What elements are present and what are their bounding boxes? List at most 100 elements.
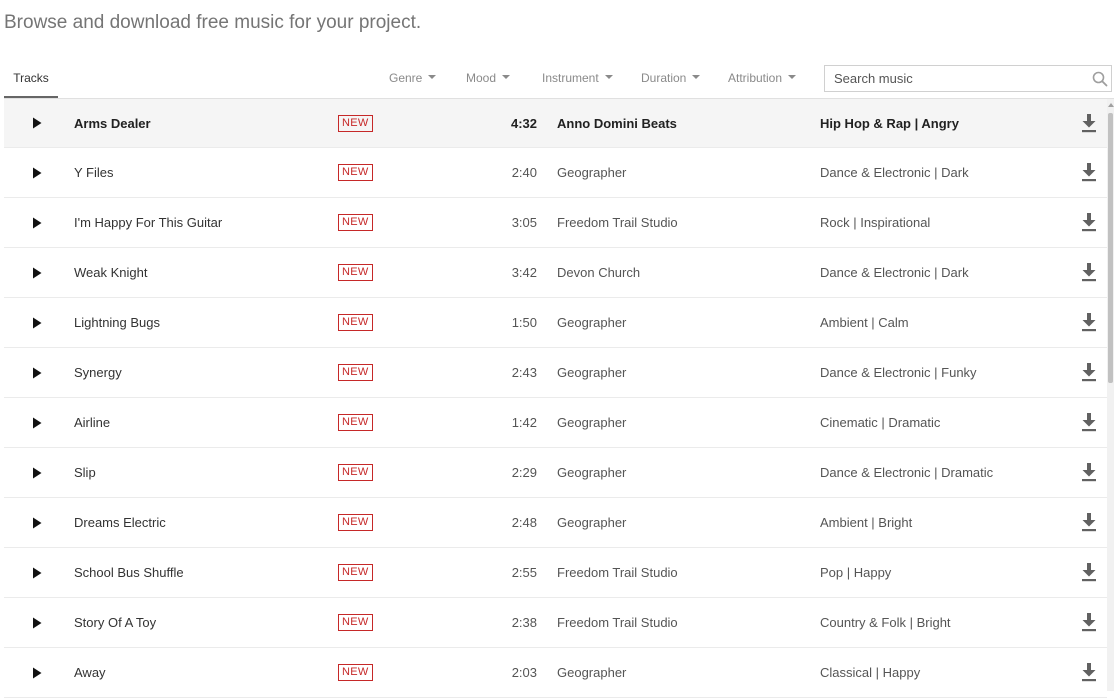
track-row[interactable]: Airline NEW 1:42 Geographer Cinematic | Dram… [4,398,1107,448]
track-row[interactable]: Y Files NEW 2:40 Geographer Dance & Electron… [4,148,1107,198]
genre-filter-label: Genre [389,71,423,85]
new-badge: NEW [338,314,373,331]
duration-filter[interactable]: Duration [641,60,701,96]
new-badge-wrap: NEW [338,148,373,197]
play-button[interactable] [32,148,44,197]
attribution-filter[interactable]: Attribution [728,60,797,96]
play-icon [33,117,42,129]
new-badge: NEW [338,464,373,481]
track-artist[interactable]: Devon Church [557,248,640,297]
search-input[interactable] [825,66,1085,91]
track-title[interactable]: Weak Knight [74,248,147,297]
track-title[interactable]: Lightning Bugs [74,298,160,347]
download-button[interactable] [1081,448,1099,497]
play-icon [33,517,42,528]
track-title[interactable]: Airline [74,398,110,447]
caret-down-icon [788,75,797,79]
track-duration: 2:29 [511,465,537,480]
track-duration: 1:42 [511,415,537,430]
track-list: Arms Dealer NEW 4:32 Anno Domini Beats Hip H… [4,99,1107,698]
track-title[interactable]: Dreams Electric [74,498,166,547]
scrollbar-thumb[interactable] [1108,113,1113,383]
track-title[interactable]: Y Files [74,148,114,197]
download-icon [1082,613,1096,632]
track-artist[interactable]: Geographer [557,348,626,397]
track-artist[interactable]: Geographer [557,448,626,497]
track-row[interactable]: Dreams Electric NEW 2:48 Geographer Ambient … [4,498,1107,548]
new-badge-wrap: NEW [338,498,373,547]
mood-filter[interactable]: Mood [466,60,511,96]
track-row[interactable]: Lightning Bugs NEW 1:50 Geographer Ambient |… [4,298,1107,348]
track-genre-mood: Rock | Inspirational [820,215,931,230]
attribution-filter-label: Attribution [728,71,783,85]
track-title[interactable]: I'm Happy For This Guitar [74,198,222,247]
track-title[interactable]: Arms Dealer [74,99,151,147]
download-button[interactable] [1081,648,1099,697]
download-icon [1082,463,1096,482]
play-icon [33,417,42,428]
play-button[interactable] [32,198,44,247]
instrument-filter-label: Instrument [542,71,599,85]
play-button[interactable] [32,298,44,347]
play-button[interactable] [32,248,44,297]
download-icon [1082,663,1096,682]
play-button[interactable] [32,448,44,497]
play-button[interactable] [32,498,44,547]
download-button[interactable] [1081,99,1099,147]
track-row[interactable]: I'm Happy For This Guitar NEW 3:05 Freedom … [4,198,1107,248]
track-title[interactable]: Synergy [74,348,122,397]
download-button[interactable] [1081,298,1099,347]
genre-filter[interactable]: Genre [389,60,437,96]
play-button[interactable] [32,99,44,147]
track-row[interactable]: School Bus Shuffle NEW 2:55 Freedom Trail S… [4,548,1107,598]
track-artist[interactable]: Geographer [557,648,626,697]
search-icon[interactable] [1092,71,1108,87]
new-badge: NEW [338,664,373,681]
download-button[interactable] [1081,348,1099,397]
new-badge-wrap: NEW [338,648,373,697]
download-button[interactable] [1081,248,1099,297]
download-button[interactable] [1081,148,1099,197]
track-artist[interactable]: Geographer [557,148,626,197]
play-button[interactable] [32,398,44,447]
track-artist[interactable]: Anno Domini Beats [557,99,677,147]
tab-tracks[interactable]: Tracks [4,60,58,98]
download-button[interactable] [1081,398,1099,447]
track-duration: 2:43 [511,365,537,380]
new-badge: NEW [338,414,373,431]
track-title[interactable]: School Bus Shuffle [74,548,184,597]
play-button[interactable] [32,598,44,647]
track-row[interactable]: Weak Knight NEW 3:42 Devon Church Dance & El… [4,248,1107,298]
download-button[interactable] [1081,598,1099,647]
track-duration: 3:05 [511,215,537,230]
play-button[interactable] [32,648,44,697]
download-icon [1082,213,1096,232]
track-title[interactable]: Story Of A Toy [74,598,156,647]
track-title[interactable]: Away [74,648,106,697]
download-icon [1082,263,1096,282]
track-artist[interactable]: Freedom Trail Studio [557,598,678,647]
track-artist[interactable]: Freedom Trail Studio [557,198,678,247]
track-genre-mood: Dance & Electronic | Dramatic [820,465,994,480]
scrollbar[interactable] [1107,99,1114,691]
track-row[interactable]: Arms Dealer NEW 4:32 Anno Domini Beats Hip H… [4,99,1107,148]
track-artist[interactable]: Freedom Trail Studio [557,548,678,597]
new-badge: NEW [338,364,373,381]
track-row[interactable]: Slip NEW 2:29 Geographer Dance & Electronic … [4,448,1107,498]
scroll-up-arrow-icon[interactable] [1108,103,1114,107]
track-title[interactable]: Slip [74,448,96,497]
track-artist[interactable]: Geographer [557,298,626,347]
new-badge-wrap: NEW [338,248,373,297]
download-button[interactable] [1081,198,1099,247]
play-button[interactable] [32,348,44,397]
new-badge-wrap: NEW [338,198,373,247]
track-artist[interactable]: Geographer [557,398,626,447]
track-row[interactable]: Synergy NEW 2:43 Geographer Dance & Electron… [4,348,1107,398]
download-button[interactable] [1081,548,1099,597]
track-row[interactable]: Story Of A Toy NEW 2:38 Freedom Trail Studi… [4,598,1107,648]
play-button[interactable] [32,548,44,597]
download-button[interactable] [1081,498,1099,547]
track-artist[interactable]: Geographer [557,498,626,547]
mood-filter-label: Mood [466,71,497,85]
instrument-filter[interactable]: Instrument [542,60,613,96]
